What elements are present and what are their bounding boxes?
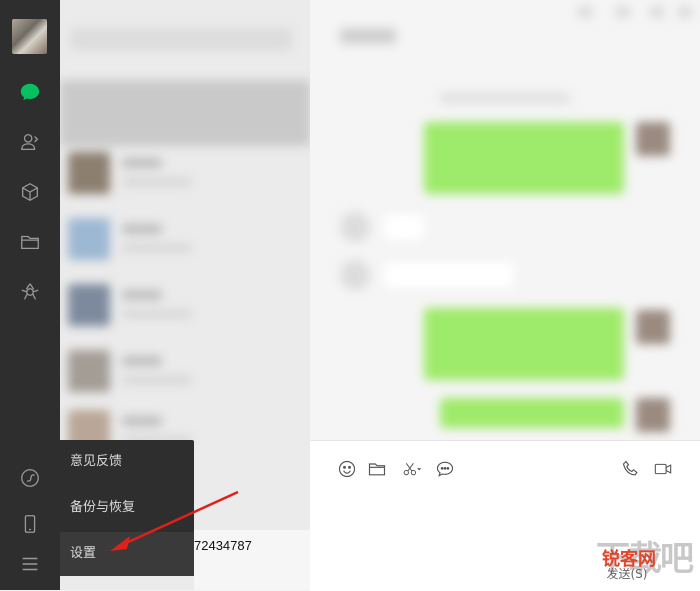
video-call-icon[interactable] [650,458,676,480]
menu-item-feedback[interactable]: 意见反馈 [60,440,194,484]
list-item[interactable] [68,152,298,202]
chat-panel [310,0,700,440]
partial-text: 72434787 [194,538,252,553]
mini-program-icon[interactable] [18,466,42,490]
chat-bubble-icon[interactable] [434,458,456,480]
message-input-area[interactable]: 下载吧 锐客网 发送(S) [310,440,700,591]
menu-item-backup-restore[interactable]: 备份与恢复 [60,486,194,530]
popup-menu: 意见反馈 备份与恢复 设置 [60,440,194,576]
list-item[interactable] [68,284,298,334]
avatar[interactable] [12,19,47,54]
contacts-icon[interactable] [18,130,42,154]
scissors-icon[interactable] [398,458,426,480]
chat-list-item-active[interactable] [60,80,310,146]
list-item[interactable] [68,350,298,400]
moments-icon[interactable] [18,280,42,304]
sidebar [0,0,60,590]
emoji-icon[interactable] [336,458,358,480]
favorites-icon[interactable] [18,180,42,204]
menu-item-settings[interactable]: 设置 [60,532,194,576]
list-item[interactable] [68,218,298,268]
phone-icon[interactable] [18,512,42,536]
folder-icon[interactable] [366,458,388,480]
chat-icon[interactable] [18,80,42,104]
send-button[interactable]: 发送(S) [592,561,662,587]
files-icon[interactable] [18,230,42,254]
menu-icon[interactable] [18,552,42,576]
voice-call-icon[interactable] [620,458,642,480]
search-input[interactable] [70,28,292,50]
